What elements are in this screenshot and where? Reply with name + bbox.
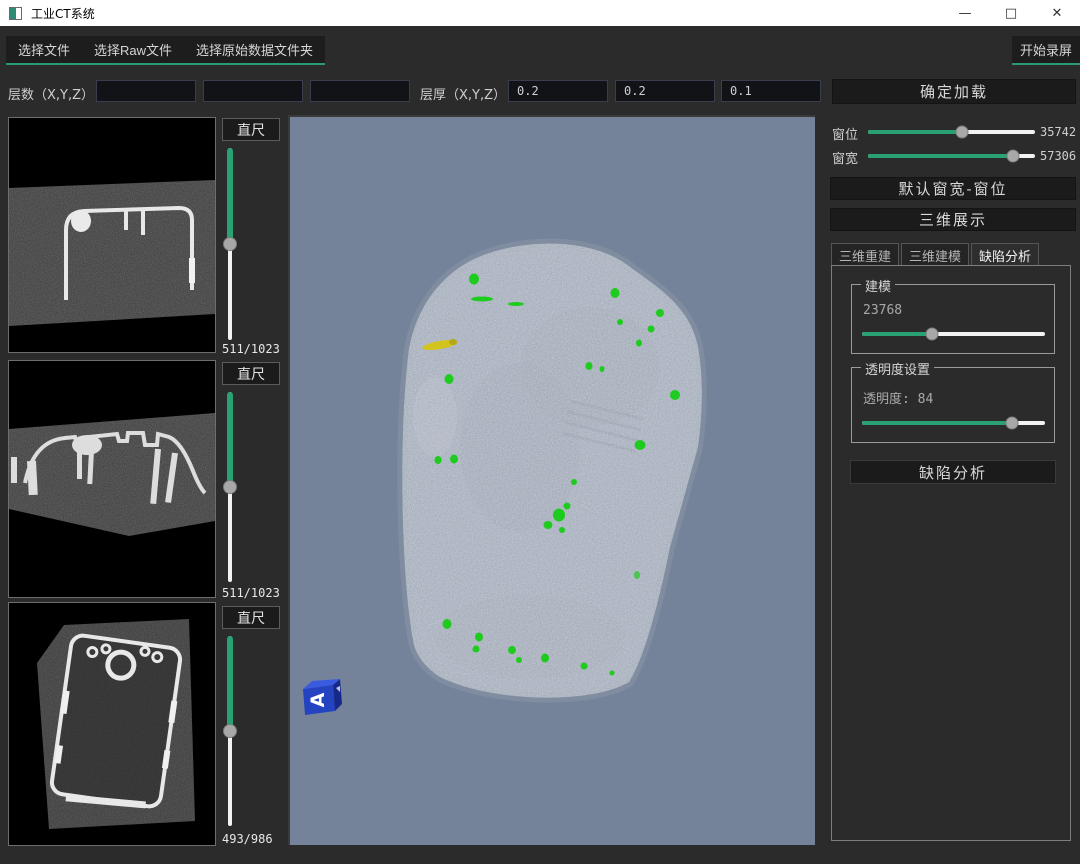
start-recording-button[interactable]: 开始录屏 bbox=[1012, 36, 1080, 65]
slice-slider-2[interactable] bbox=[223, 392, 237, 582]
select-file-button[interactable]: 选择文件 bbox=[6, 36, 82, 63]
defect-analysis-pane: 建模 23768 透明度设置 透明度: 84 缺陷分析 bbox=[831, 265, 1071, 841]
maximize-icon[interactable]: □ bbox=[988, 0, 1034, 26]
thickness-z-input[interactable] bbox=[721, 80, 821, 102]
modeling-slider-thumb[interactable] bbox=[925, 328, 938, 341]
close-icon[interactable]: ✕ bbox=[1034, 0, 1080, 26]
window-title: 工业CT系统 bbox=[31, 5, 95, 22]
orientation-cube[interactable]: A bbox=[297, 678, 343, 720]
window-width-slider[interactable] bbox=[868, 149, 1035, 163]
window-level-value: 35742 bbox=[1040, 125, 1076, 139]
opacity-slider-thumb[interactable] bbox=[1006, 417, 1019, 430]
modeling-legend: 建模 bbox=[861, 276, 895, 295]
opacity-slider[interactable] bbox=[862, 416, 1045, 430]
window-level-slider-thumb[interactable] bbox=[955, 126, 968, 139]
layers-z-input[interactable] bbox=[310, 80, 410, 102]
window-width-label: 窗宽 bbox=[832, 148, 858, 167]
ruler-button-3[interactable]: 直尺 bbox=[222, 606, 280, 629]
modeling-groupbox: 建模 23768 bbox=[851, 284, 1055, 354]
window-level-label: 窗位 bbox=[832, 124, 858, 143]
slice-position-3: 493/986 bbox=[222, 832, 273, 846]
select-raw-file-button[interactable]: 选择Raw文件 bbox=[82, 36, 184, 63]
titlebar: 工业CT系统 — □ ✕ bbox=[0, 0, 1080, 26]
slice-view-yz[interactable] bbox=[8, 602, 216, 846]
ruler-button-1[interactable]: 直尺 bbox=[222, 118, 280, 141]
layers-x-input[interactable] bbox=[96, 80, 196, 102]
defect-analysis-button[interactable]: 缺陷分析 bbox=[850, 460, 1056, 484]
modeling-value: 23768 bbox=[863, 303, 902, 318]
slice-position-1: 511/1023 bbox=[222, 342, 280, 356]
minimize-icon[interactable]: — bbox=[942, 0, 988, 26]
file-toolbar: 选择文件 选择Raw文件 选择原始数据文件夹 bbox=[6, 36, 325, 65]
window-width-slider-thumb[interactable] bbox=[1007, 150, 1020, 163]
layers-label: 层数（X,Y,Z） bbox=[8, 84, 94, 103]
thickness-x-input[interactable] bbox=[508, 80, 608, 102]
opacity-value-label: 透明度: 84 bbox=[863, 388, 933, 407]
slice-slider-1-thumb[interactable] bbox=[223, 237, 237, 251]
ruler-button-2[interactable]: 直尺 bbox=[222, 362, 280, 385]
default-window-button[interactable]: 默认窗宽-窗位 bbox=[830, 177, 1076, 200]
window-width-value: 57306 bbox=[1040, 149, 1076, 163]
slice-position-2: 511/1023 bbox=[222, 586, 280, 600]
orientation-cube-letter: A bbox=[307, 692, 329, 707]
slice-view-xz[interactable] bbox=[8, 360, 216, 598]
window-level-slider[interactable] bbox=[868, 125, 1035, 139]
opacity-groupbox: 透明度设置 透明度: 84 bbox=[851, 367, 1055, 443]
slice-view-xy[interactable] bbox=[8, 117, 216, 353]
ct-volume-render bbox=[290, 117, 815, 845]
display-3d-button[interactable]: 三维展示 bbox=[830, 208, 1076, 231]
slice-slider-2-thumb[interactable] bbox=[223, 480, 237, 494]
render-3d-viewport[interactable]: A bbox=[288, 115, 815, 845]
slice-slider-3-thumb[interactable] bbox=[223, 724, 237, 738]
confirm-load-button[interactable]: 确定加载 bbox=[832, 79, 1076, 104]
modeling-slider[interactable] bbox=[862, 327, 1045, 341]
app-icon bbox=[9, 7, 22, 20]
main-window: 工业CT系统 — □ ✕ 选择文件 选择Raw文件 选择原始数据文件夹 开始录屏… bbox=[0, 0, 1080, 864]
opacity-legend: 透明度设置 bbox=[861, 359, 934, 378]
slice-slider-3[interactable] bbox=[223, 636, 237, 826]
layers-y-input[interactable] bbox=[203, 80, 303, 102]
thickness-y-input[interactable] bbox=[615, 80, 715, 102]
select-raw-folder-button[interactable]: 选择原始数据文件夹 bbox=[184, 36, 325, 63]
thickness-label: 层厚（X,Y,Z） bbox=[420, 84, 506, 103]
slice-slider-1[interactable] bbox=[223, 148, 237, 340]
